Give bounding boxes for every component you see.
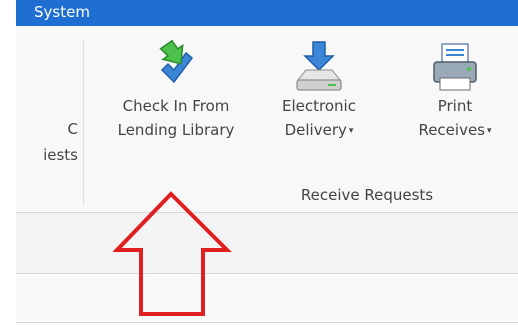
chevron-down-icon: ▾ bbox=[487, 125, 492, 136]
check-in-from-lending-library-button[interactable]: Check In From Lending Library bbox=[100, 40, 252, 200]
check-in-icon bbox=[159, 40, 194, 84]
check-in-label-line2: Lending Library bbox=[117, 121, 235, 139]
ribbon-group-label: Receive Requests bbox=[300, 186, 434, 204]
ribbon: C iests Check In From Lending Library El… bbox=[16, 26, 518, 212]
group-separator bbox=[83, 40, 84, 206]
divider bbox=[16, 322, 518, 323]
partial-group-label-line1: C bbox=[67, 120, 78, 138]
toolbar-band bbox=[16, 274, 518, 322]
partial-group-label-line2: iests bbox=[43, 146, 78, 164]
partial-ribbon-group: C iests bbox=[16, 26, 82, 212]
title-bar: System bbox=[16, 0, 518, 26]
title-bar-text: System bbox=[34, 3, 90, 21]
electronic-delivery-icon bbox=[296, 41, 342, 91]
chevron-down-icon: ▾ bbox=[348, 125, 354, 136]
electronic-delivery-label-line2: Delivery ▾ bbox=[284, 121, 354, 139]
printer-icon bbox=[433, 43, 477, 91]
print-receives-label-line2: Receives ▾ bbox=[418, 121, 492, 139]
electronic-delivery-button[interactable]: Electronic Delivery ▾ bbox=[266, 40, 372, 200]
annotation-up-arrow bbox=[113, 191, 232, 316]
print-receives-label-line1: Print bbox=[437, 97, 473, 115]
electronic-delivery-label-line1: Electronic bbox=[282, 97, 356, 115]
toolbar-band bbox=[16, 213, 518, 273]
print-receives-button[interactable]: Print Receives ▾ bbox=[400, 40, 510, 200]
check-in-label-line1: Check In From bbox=[122, 97, 230, 115]
